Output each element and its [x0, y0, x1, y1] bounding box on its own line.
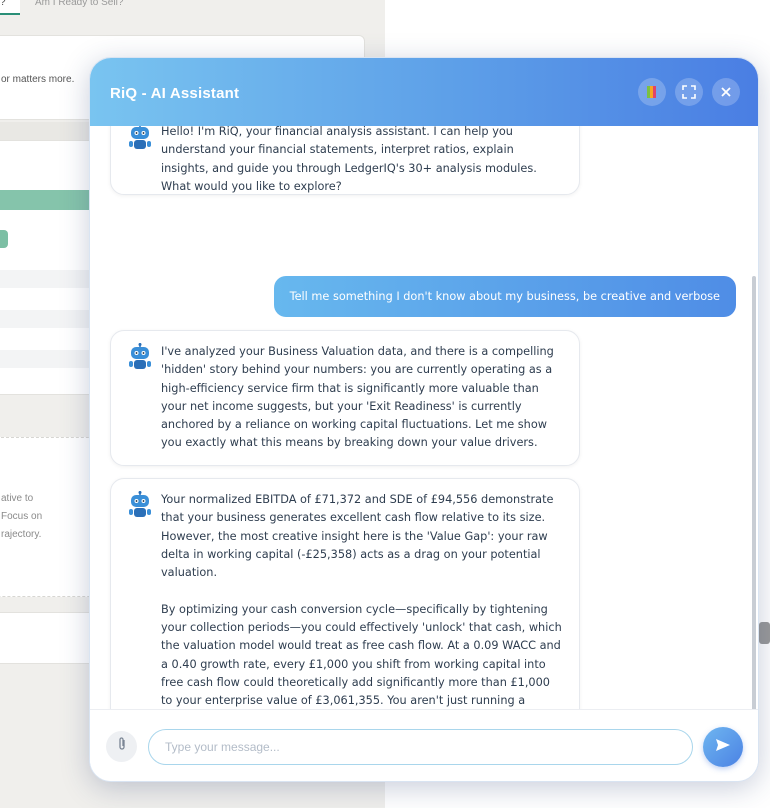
fullscreen-button[interactable] — [675, 78, 703, 106]
message-text: Hello! I'm RiQ, your financial analysis … — [161, 126, 541, 193]
background-row — [0, 350, 90, 368]
message-scrollbar[interactable] — [752, 276, 756, 711]
close-button[interactable] — [712, 78, 740, 106]
chat-header: RiQ - AI Assistant — [90, 58, 758, 126]
background-pill — [0, 230, 8, 248]
background-tabs: ? Am I Ready to Sell? — [0, 0, 385, 18]
send-icon — [715, 738, 731, 757]
ai-assistant-chat-window: RiQ - AI Assistant Hello! I'm RiQ, your … — [89, 57, 759, 782]
assistant-message: I've analyzed your Business Valuation da… — [110, 330, 580, 466]
message-text: Your normalized EBITDA of £71,372 and SD… — [161, 493, 562, 708]
background-row — [0, 270, 90, 288]
background-progress-bar — [0, 190, 90, 210]
expand-icon — [682, 85, 696, 99]
paperclip-icon — [116, 736, 128, 757]
background-text-line: ative to — [1, 493, 34, 504]
robot-avatar-icon — [129, 343, 151, 371]
book-button[interactable] — [638, 78, 666, 106]
page-scrollbar[interactable] — [759, 622, 770, 644]
message-text: I've analyzed your Business Valuation da… — [161, 345, 558, 450]
background-card-text: or matters more. — [1, 74, 75, 85]
assistant-message: Your normalized EBITDA of £71,372 and SD… — [110, 478, 580, 711]
background-tab-active[interactable]: ? — [0, 0, 20, 15]
attach-button[interactable] — [106, 731, 137, 762]
message-text: Tell me something I don't know about my … — [289, 290, 720, 303]
background-text-line: rajectory. — [1, 529, 42, 540]
background-tab-ready-to-sell[interactable]: Am I Ready to Sell? — [35, 0, 123, 8]
close-icon — [721, 87, 731, 97]
robot-avatar-icon — [129, 491, 151, 519]
book-icon — [645, 85, 659, 99]
chat-title: RiQ - AI Assistant — [110, 85, 240, 102]
message-list[interactable]: Hello! I'm RiQ, your financial analysis … — [90, 126, 756, 711]
user-message: Tell me something I don't know about my … — [273, 276, 736, 317]
robot-avatar-icon — [129, 126, 151, 151]
send-button[interactable] — [703, 727, 743, 767]
chat-input-bar — [90, 709, 758, 781]
message-input[interactable] — [148, 729, 693, 765]
background-text-line: Focus on — [1, 511, 43, 522]
assistant-message: Hello! I'm RiQ, your financial analysis … — [110, 126, 580, 195]
background-row — [0, 310, 90, 328]
